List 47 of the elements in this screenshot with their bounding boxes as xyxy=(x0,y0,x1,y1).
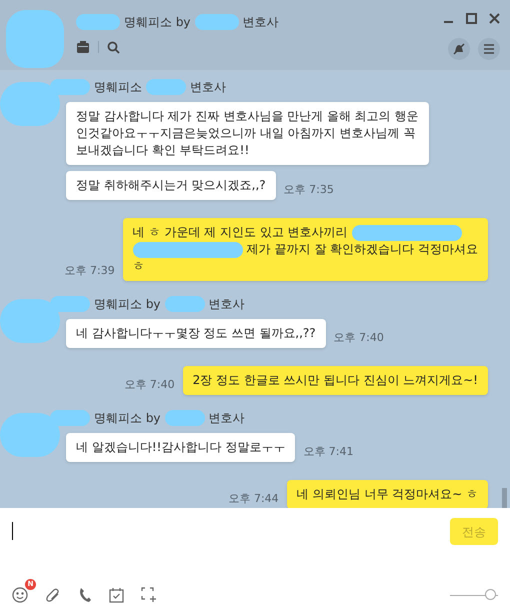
search-icon[interactable] xyxy=(107,40,120,54)
phone-icon[interactable] xyxy=(78,587,92,603)
message-text: 보내겠습니다 확인 부탁드려요!! xyxy=(76,142,250,159)
message-text: ㅎ xyxy=(132,258,145,275)
message-text: 인것같아요ㅜㅜ지금은늦었으니까 내일 아침까지 변호사님께 꼭 xyxy=(76,125,416,142)
font-size-slider[interactable] xyxy=(450,589,498,601)
message-text: 네 의뢰인님 너무 걱정마셔요~ ㅎ xyxy=(296,486,478,503)
maximize-icon[interactable] xyxy=(466,12,477,24)
message-text: 제가 끝까지 잘 확인하겠습니다 걱정마셔요 xyxy=(246,241,478,258)
briefcase-icon[interactable] xyxy=(76,40,90,54)
message-time: 오후 7:35 xyxy=(284,182,334,198)
close-icon[interactable] xyxy=(489,12,500,24)
message-time: 오후 7:44 xyxy=(228,490,279,506)
message-time: 오후 7:39 xyxy=(64,262,115,278)
send-button[interactable]: 전송 xyxy=(450,518,498,545)
sender-name: 변호사 xyxy=(208,410,245,427)
menu-icon xyxy=(483,44,495,54)
message-text: 네 알겠습니다!!감사합니다 정말로ㅜㅜ xyxy=(76,439,286,456)
redaction-mark xyxy=(6,10,64,68)
menu-button[interactable] xyxy=(478,38,500,60)
sender-name: 명훼피소 by xyxy=(94,410,161,427)
sender-name: 변호사 xyxy=(208,296,245,313)
message-time: 오후 7:41 xyxy=(303,444,354,460)
capture-icon[interactable] xyxy=(141,587,157,603)
calendar-check-icon[interactable] xyxy=(109,587,124,603)
window-title: 변호사 xyxy=(242,14,279,31)
redaction-mark xyxy=(194,14,239,30)
message-time: 오후 7:40 xyxy=(124,376,175,392)
scrollbar-thumb[interactable] xyxy=(502,488,507,508)
redaction-mark xyxy=(164,410,205,426)
sender-name: 변호사 xyxy=(190,79,226,96)
redaction-mark xyxy=(76,14,120,30)
message-time: 오후 7:40 xyxy=(334,330,384,346)
redaction-mark xyxy=(146,79,186,95)
message-text: 2장 정도 한글로 쓰시만 됩니다 진심이 느껴지게요~! xyxy=(192,372,478,389)
window-title: 명훼피소 by xyxy=(124,14,191,31)
notification-off-button[interactable] xyxy=(448,38,470,60)
sender-name: 명훼피소 by xyxy=(94,296,161,313)
emoji-icon[interactable] xyxy=(12,587,28,603)
paperclip-icon[interactable] xyxy=(45,587,61,603)
message-text: 네 감사합니다ㅜㅜ몇장 정도 쓰면 될까요,,?? xyxy=(76,325,316,342)
sender-name: 명훼피소 xyxy=(94,79,142,96)
message-text: 네 ㅎ 가운데 제 지인도 있고 변호사끼리 xyxy=(132,224,348,241)
message-text: 정말 감사합니다 제가 진짜 변호사님을 만난게 올해 최고의 행운 xyxy=(76,108,419,125)
bell-off-icon xyxy=(453,43,465,55)
redaction-mark xyxy=(164,296,205,312)
message-text: 정말 취하해주시는거 맞으시겠죠,,? xyxy=(76,177,266,194)
